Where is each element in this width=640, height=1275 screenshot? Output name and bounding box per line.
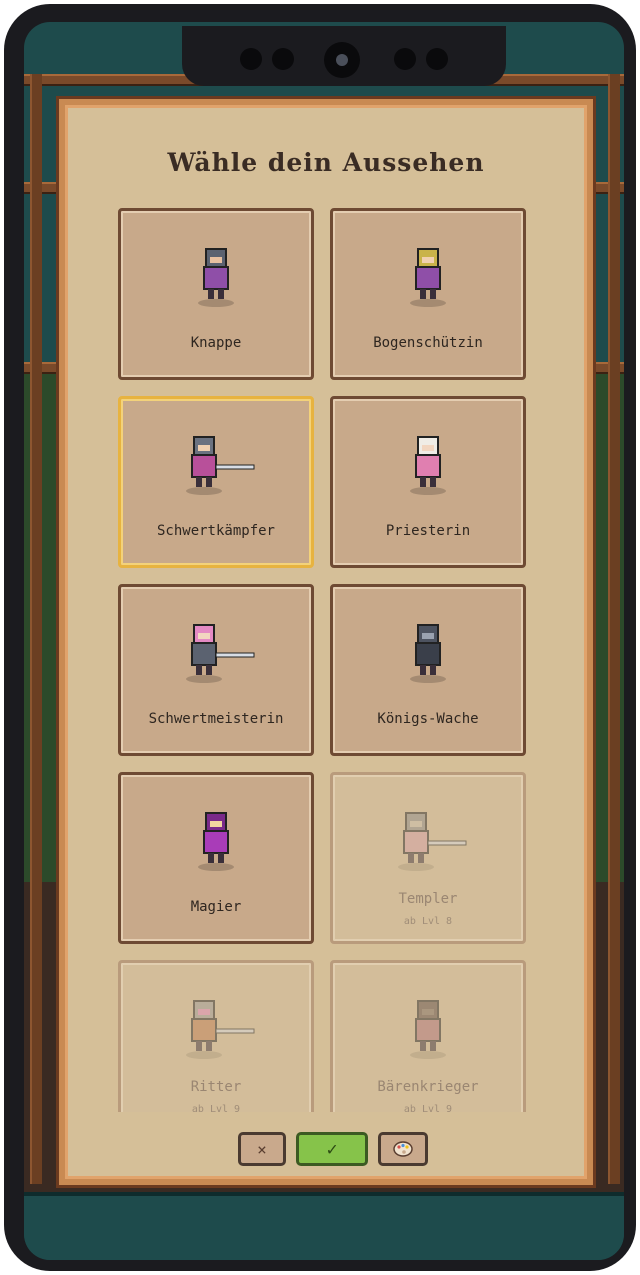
- character-name: Schwertmeisterin: [148, 711, 284, 727]
- character-card[interactable]: Magier: [118, 772, 314, 944]
- character-name: Magier: [190, 899, 242, 915]
- character-card[interactable]: Schwertkämpfer: [118, 396, 314, 568]
- background-post: [30, 74, 42, 1184]
- character-name: Bogenschützin: [373, 335, 483, 351]
- character-name: Knappe: [190, 335, 242, 351]
- level-requirement: ab Lvl 9: [191, 1104, 241, 1112]
- character-grid[interactable]: Knappe Bogenschützin Schwertkämpfer Prieste…: [118, 208, 538, 1112]
- palette-icon: [393, 1141, 413, 1157]
- background-post: [608, 74, 620, 1184]
- royal-guard-sprite-icon: [400, 621, 456, 689]
- phone-frame: Wähle dein Aussehen Knappe Bogenschützin S…: [4, 4, 636, 1271]
- archer-sprite-icon: [400, 245, 456, 313]
- level-requirement: ab Lvl 8: [403, 916, 453, 927]
- sensor-dot: [240, 48, 262, 70]
- character-name: Templer: [398, 891, 458, 907]
- dialog-title: Wähle dein Aussehen: [167, 148, 485, 177]
- palette-button[interactable]: [378, 1132, 428, 1166]
- level-requirement: ab Lvl 9: [403, 1104, 453, 1112]
- dialog-body: Wähle dein Aussehen Knappe Bogenschützin S…: [65, 105, 587, 1179]
- camera-icon: [324, 42, 360, 78]
- appearance-dialog: Wähle dein Aussehen Knappe Bogenschützin S…: [56, 96, 596, 1188]
- confirm-button[interactable]: ✓: [296, 1132, 368, 1166]
- character-card[interactable]: Schwertmeisterin: [118, 584, 314, 756]
- character-name: Ritter: [190, 1079, 242, 1095]
- character-card[interactable]: Knappe: [118, 208, 314, 380]
- priestess-sprite-icon: [400, 433, 456, 501]
- swordsman-sprite-icon: [174, 433, 258, 501]
- squire-sprite-icon: [188, 245, 244, 313]
- character-card: Templer ab Lvl 8: [330, 772, 526, 944]
- character-card[interactable]: Priesterin: [330, 396, 526, 568]
- character-card: Ritter ab Lvl 9: [118, 960, 314, 1112]
- swordmaster-sprite-icon: [174, 621, 258, 689]
- close-icon: ×: [257, 1139, 267, 1159]
- phone-notch: [182, 26, 506, 86]
- templar-sprite-icon: [386, 809, 470, 877]
- cancel-button[interactable]: ×: [238, 1132, 286, 1166]
- checkmark-icon: ✓: [326, 1138, 338, 1160]
- character-name: Bärenkrieger: [377, 1079, 479, 1095]
- sensor-dot: [426, 48, 448, 70]
- character-card: Bärenkrieger ab Lvl 9: [330, 960, 526, 1112]
- background-footer: [24, 1192, 624, 1260]
- sensor-dot: [272, 48, 294, 70]
- game-screen: Wähle dein Aussehen Knappe Bogenschützin S…: [24, 22, 624, 1260]
- character-name: Königs-Wache: [377, 711, 479, 727]
- sensor-dot: [394, 48, 416, 70]
- mage-sprite-icon: [188, 809, 244, 877]
- character-card[interactable]: Bogenschützin: [330, 208, 526, 380]
- bear-warrior-sprite-icon: [400, 997, 456, 1065]
- character-card[interactable]: Königs-Wache: [330, 584, 526, 756]
- knight-on-horse-sprite-icon: [174, 997, 258, 1065]
- character-name: Schwertkämpfer: [156, 523, 275, 539]
- character-name: Priesterin: [385, 523, 471, 539]
